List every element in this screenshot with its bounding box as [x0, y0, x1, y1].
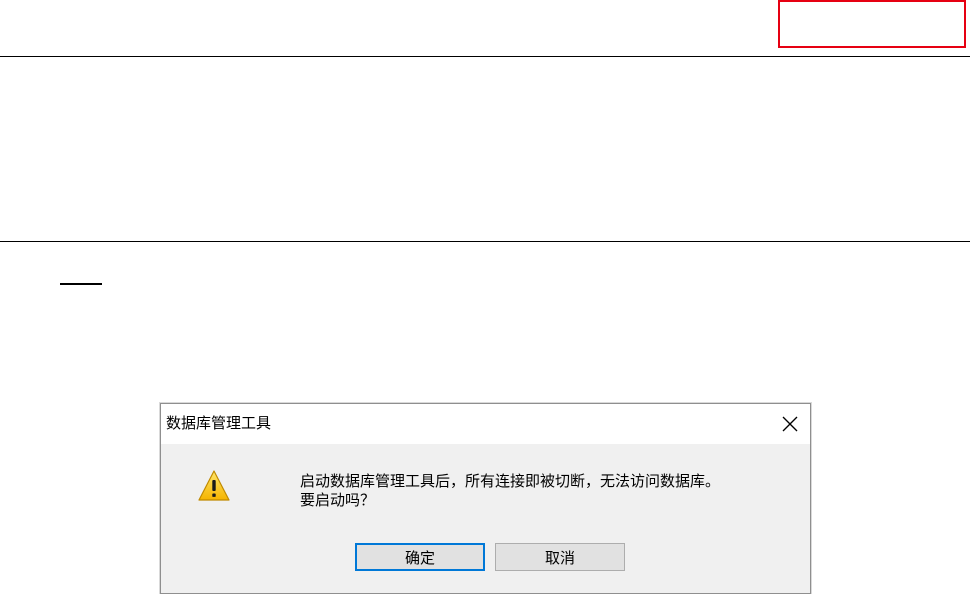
underline-mark [60, 283, 102, 285]
cancel-button[interactable]: 取消 [495, 543, 625, 571]
message-line-2: 要启动吗？ [300, 491, 376, 509]
message-line-1: 启动数据库管理工具后，所有连接即被切断，无法访问数据库。 [300, 472, 721, 490]
confirm-dialog: 数据库管理工具 启动数据库管理工具后，所有连接即被切断，无法访问数据库。 要启动… [160, 403, 811, 594]
close-icon[interactable] [778, 412, 802, 436]
dialog-title: 数据库管理工具 [166, 414, 272, 432]
divider-top [0, 56, 970, 57]
warning-icon [197, 469, 231, 503]
dialog-titlebar[interactable]: 数据库管理工具 [161, 404, 810, 444]
dialog-body: 启动数据库管理工具后，所有连接即被切断，无法访问数据库。 要启动吗？ 确定 取消 [161, 444, 810, 594]
ok-button[interactable]: 确定 [355, 543, 485, 571]
divider-middle [0, 241, 970, 242]
highlight-box [778, 0, 966, 48]
dialog-message: 启动数据库管理工具后，所有连接即被切断，无法访问数据库。 要启动吗？ [300, 472, 720, 510]
document-page: 数据库管理工具 启动数据库管理工具后，所有连接即被切断，无法访问数据库。 要启动… [0, 0, 970, 594]
